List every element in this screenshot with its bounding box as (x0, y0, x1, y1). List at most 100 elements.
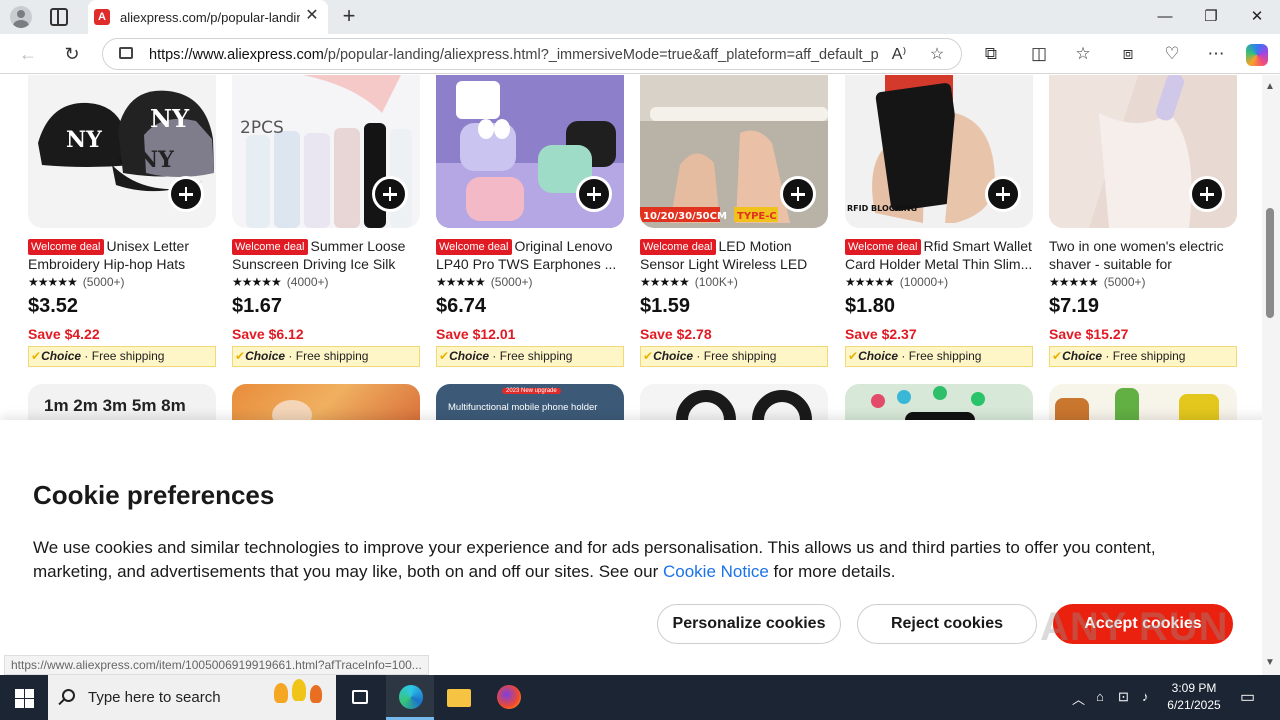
product-card[interactable] (232, 384, 420, 424)
taskbar-clock[interactable]: 3:09 PM 6/21/2025 (1160, 680, 1228, 714)
product-card[interactable] (845, 384, 1033, 424)
product-price: $3.52 (28, 295, 79, 317)
back-icon[interactable]: ← (16, 42, 40, 66)
image-label: RFID BLOCKING (847, 204, 917, 213)
product-image[interactable]: 2PCS (232, 75, 420, 228)
address-bar[interactable]: https://www.aliexpress.com/p/popular-lan… (102, 38, 962, 70)
collections-icon[interactable]: ⧈ (1115, 42, 1141, 66)
title-bar: A aliexpress.com/p/popular-landing ✕ + —… (0, 0, 1280, 34)
device-icon[interactable]: ⌂ (1096, 689, 1104, 704)
product-image[interactable]: NY NY NY (28, 75, 216, 228)
notifications-icon[interactable]: ▭ (1240, 687, 1255, 707)
refresh-icon[interactable]: ↻ (60, 42, 84, 66)
app-bubble-icon (897, 390, 911, 404)
scroll-down-icon[interactable]: ▼ (1265, 657, 1275, 668)
clock-date: 6/21/2025 (1167, 698, 1221, 712)
star-rating-icon: ★★★★★ (640, 275, 690, 289)
network-icon[interactable]: ⊡ (1118, 689, 1129, 705)
product-rating: ★★★★★ (100K+) (640, 275, 738, 289)
copilot-icon[interactable] (1246, 44, 1268, 66)
product-card[interactable] (640, 384, 828, 424)
choice-shipping-banner: ✔Choice · Free shipping (232, 346, 420, 367)
tulip-decoration-icon (310, 685, 322, 703)
file-explorer-icon[interactable] (434, 675, 482, 720)
new-tab-icon[interactable]: + (338, 5, 360, 27)
new-upgrade-tag: 2023 New upgrade (502, 388, 561, 394)
tulip-decoration-icon (292, 679, 306, 701)
page-content: NY NY NY Welcome deal Unisex Letter Embro… (0, 75, 1280, 675)
cookie-notice-link[interactable]: Cookie Notice (663, 562, 769, 581)
windows-taskbar: Type here to search ︿ ⌂ ⊡ ♪ 3:09 PM 6/21… (0, 675, 1280, 720)
close-window-icon[interactable]: ✕ (1234, 0, 1280, 34)
product-title[interactable]: Welcome deal Rfid Smart Wallet Card Holde… (845, 237, 1035, 273)
windows-start-icon[interactable] (0, 675, 48, 720)
strap-image (676, 390, 736, 424)
product-title[interactable]: Two in one women's electric shaver - sui… (1049, 237, 1239, 273)
restore-icon[interactable]: ❐ (1188, 0, 1234, 34)
firefox-icon[interactable] (484, 675, 532, 720)
product-image[interactable] (1049, 75, 1237, 228)
choice-shipping-banner: ✔Choice · Free shipping (436, 346, 624, 367)
add-to-cart-icon[interactable] (1189, 176, 1225, 212)
phone-holder-image: Multifunctional mobile phone holder (448, 402, 598, 413)
close-tab-icon[interactable]: ✕ (303, 7, 321, 25)
product-image[interactable]: 10/20/30/50CM TYPE-C (640, 75, 828, 228)
product-title[interactable]: Welcome deal Unisex Letter Embroidery Hip… (28, 237, 218, 273)
product-title[interactable]: Welcome deal LED Motion Sensor Light Wire… (640, 237, 830, 273)
task-view-icon[interactable] (336, 675, 384, 720)
cookie-description: We use cookies and similar technologies … (33, 538, 1156, 581)
read-aloud-icon[interactable]: A⁾ (887, 43, 911, 67)
product-image[interactable]: RFID BLOCKING (845, 75, 1033, 228)
favorite-star-icon[interactable]: ☆ (925, 43, 949, 67)
product-savings: Save $6.12 (232, 326, 304, 342)
product-rating: ★★★★★ (5000+) (436, 275, 533, 289)
add-to-cart-icon[interactable] (168, 176, 204, 212)
browser-essentials-icon[interactable]: ♡ (1159, 42, 1185, 66)
lock-icon[interactable] (119, 47, 133, 59)
welcome-deal-badge: Welcome deal (28, 239, 104, 255)
image-label: 2PCS (240, 118, 284, 138)
add-to-cart-icon[interactable] (985, 176, 1021, 212)
page-scrollbar[interactable]: ▲ ▼ (1262, 75, 1280, 675)
product-card[interactable] (1049, 384, 1237, 424)
more-menu-icon[interactable]: ⋯ (1203, 42, 1229, 66)
volume-icon[interactable]: ♪ (1142, 689, 1149, 704)
product-image[interactable] (436, 75, 624, 228)
minimize-icon[interactable]: — (1142, 0, 1188, 34)
product-price: $1.80 (845, 295, 896, 317)
add-to-cart-icon[interactable] (780, 176, 816, 212)
url-text[interactable]: https://www.aliexpress.com/p/popular-lan… (149, 47, 879, 63)
browser-tab[interactable]: A aliexpress.com/p/popular-landing ✕ (88, 0, 328, 34)
reject-cookies-button[interactable]: Reject cookies (857, 604, 1037, 644)
product-title[interactable]: Welcome deal Summer Loose Sunscreen Drivi… (232, 237, 422, 273)
show-hidden-icons-icon[interactable]: ︿ (1072, 689, 1085, 708)
split-screen-icon[interactable]: ◫ (1026, 42, 1052, 66)
product-card[interactable]: 2023 New upgrade Multifunctional mobile … (436, 384, 624, 424)
extensions-icon[interactable]: ⧉ (978, 42, 1004, 66)
product-price: $1.59 (640, 295, 691, 317)
personalize-cookies-button[interactable]: Personalize cookies (657, 604, 841, 644)
scrollbar-thumb[interactable] (1266, 208, 1274, 318)
add-to-cart-icon[interactable] (372, 176, 408, 212)
tab-title: aliexpress.com/p/popular-landing (120, 10, 300, 25)
welcome-deal-badge: Welcome deal (640, 239, 716, 255)
profile-avatar-icon[interactable] (10, 6, 32, 28)
product-rating: ★★★★★ (5000+) (28, 275, 125, 289)
svg-text:NY: NY (138, 147, 174, 173)
product-savings: Save $15.27 (1049, 326, 1129, 342)
product-title[interactable]: Welcome deal Original Lenovo LP40 Pro TWS… (436, 237, 626, 273)
product-savings: Save $12.01 (436, 326, 516, 342)
check-icon: ✔ (439, 349, 450, 363)
tab-actions-icon[interactable] (50, 8, 68, 26)
image-label: 10/20/30/50CM (643, 211, 727, 222)
add-to-cart-icon[interactable] (576, 176, 612, 212)
scroll-up-icon[interactable]: ▲ (1265, 81, 1275, 92)
strap-image (752, 390, 812, 424)
edge-taskbar-icon[interactable] (386, 675, 434, 720)
taskbar-search-box[interactable]: Type here to search (48, 675, 336, 720)
product-price: $6.74 (436, 295, 487, 317)
favorites-icon[interactable]: ☆ (1070, 42, 1096, 66)
star-rating-icon: ★★★★★ (436, 275, 486, 289)
product-card[interactable]: 1m 2m 3m 5m 8m (28, 384, 216, 424)
welcome-deal-badge: Welcome deal (232, 239, 308, 255)
